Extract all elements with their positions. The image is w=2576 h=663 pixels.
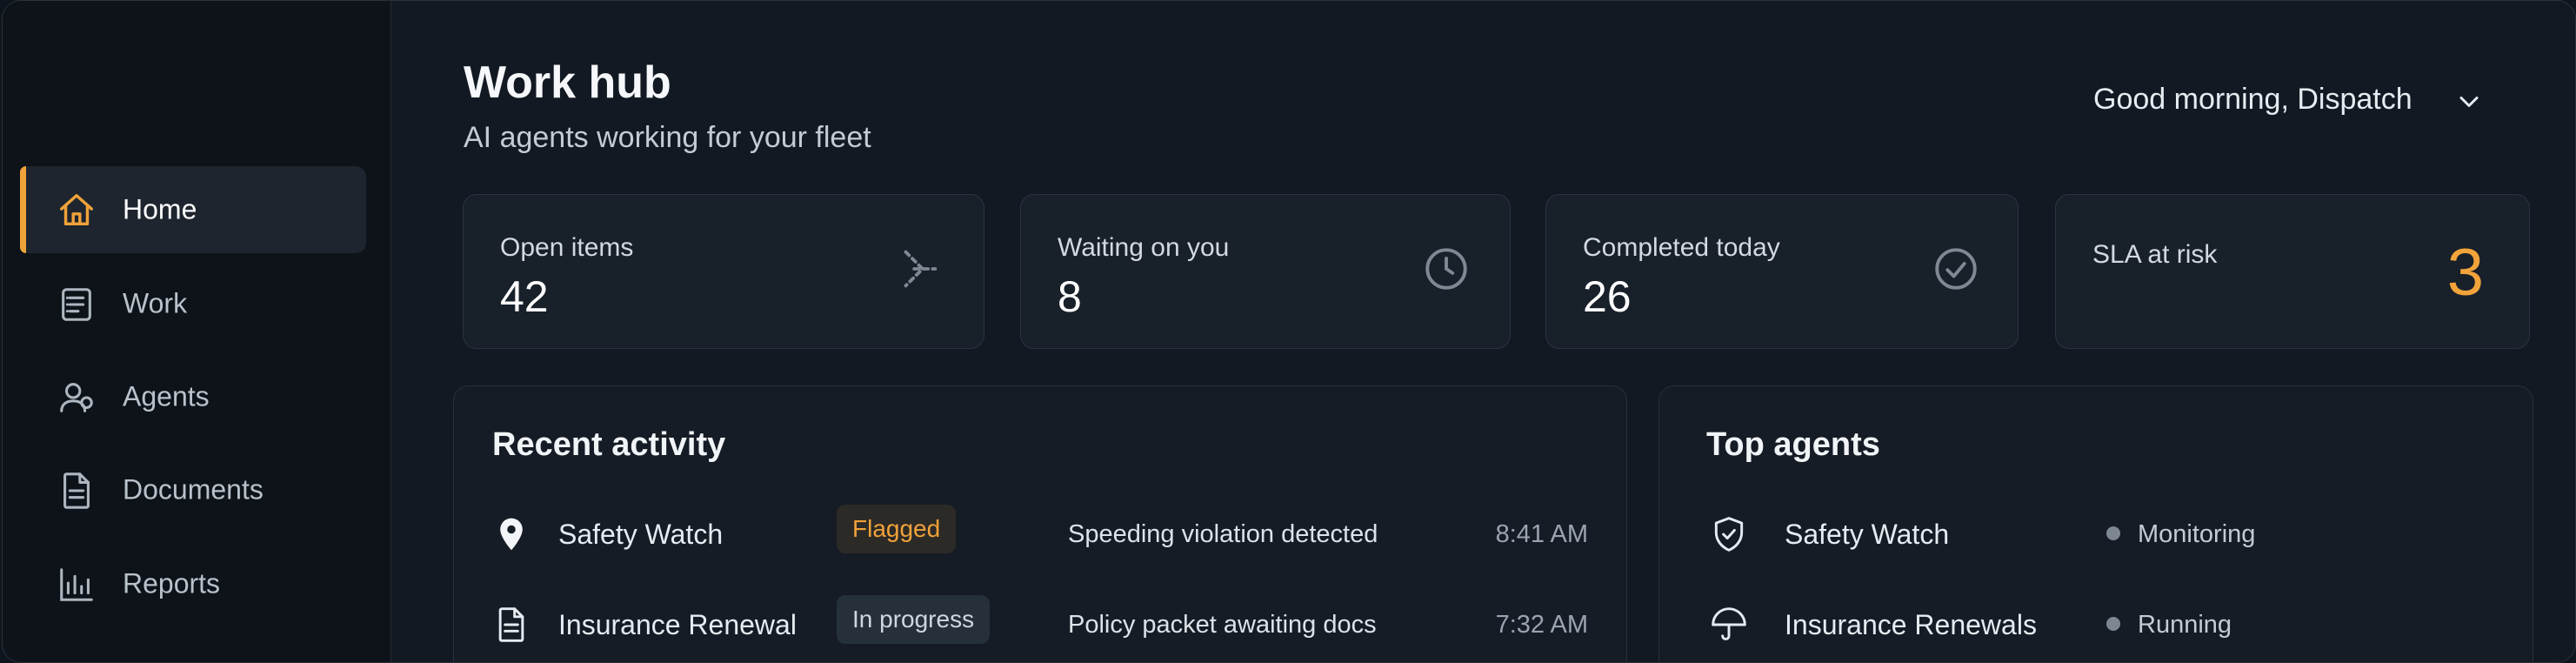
stat-value: 26 (1583, 272, 1632, 321)
sidebar-item-documents[interactable]: Documents (20, 446, 366, 533)
activity-description: Speeding violation detected (1068, 520, 1378, 548)
clock-icon (1425, 248, 1467, 290)
bar-chart-icon (60, 568, 93, 601)
stat-label: Completed today (1583, 233, 1780, 262)
status-badge: Flagged (837, 505, 957, 553)
sidebar-item-home[interactable]: Home (20, 166, 366, 253)
dashed-arrow-icon (904, 250, 938, 288)
work-list-icon (62, 288, 91, 321)
activity-agent-name: Insurance Renewal (558, 609, 797, 640)
check-circle-icon (1935, 248, 1977, 290)
shield-check-icon (1714, 517, 1744, 552)
activity-row[interactable]: Safety Watch Flagged Speeding violation … (454, 499, 1626, 569)
sidebar-item-work[interactable]: Work (20, 260, 366, 347)
stat-value: 42 (500, 272, 549, 321)
stat-label: SLA at risk (2092, 240, 2218, 269)
agent-name: Insurance Renewals (1785, 609, 2037, 640)
chevron-down-icon[interactable] (2453, 86, 2485, 117)
agent-row[interactable]: Insurance Renewals Running (1659, 590, 2533, 660)
recent-activity-panel: Recent activity Safety Watch Flagged Spe… (453, 385, 1627, 662)
status-dot (2106, 526, 2120, 540)
user-greeting[interactable]: Good morning, Dispatch (2093, 83, 2412, 117)
stat-card-sla-risk[interactable]: SLA at risk 3 (2055, 194, 2530, 349)
stat-card-waiting[interactable]: Waiting on you 8 (1020, 194, 1511, 349)
stat-label: Open items (500, 233, 634, 262)
panel-title: Recent activity (492, 426, 726, 463)
agents-icon (60, 383, 93, 412)
agent-status: Monitoring (2138, 520, 2256, 548)
home-icon (60, 194, 93, 226)
document-icon (498, 607, 524, 642)
sidebar-item-agents[interactable]: Agents (20, 353, 366, 440)
top-agents-panel: Top agents Safety Watch Monitoring Insur… (1658, 385, 2533, 662)
page-title: Work hub (464, 57, 671, 108)
agent-status: Running (2138, 611, 2232, 639)
sidebar-item-label: Work (123, 287, 188, 319)
umbrella-icon (1712, 607, 1746, 640)
sidebar-item-label: Home (123, 193, 197, 225)
panel-title: Top agents (1706, 426, 1880, 463)
agent-name: Safety Watch (1785, 519, 1950, 550)
stat-label: Waiting on you (1058, 233, 1230, 262)
activity-time: 8:41 AM (1495, 520, 1588, 548)
agent-row[interactable]: Safety Watch Monitoring (1659, 499, 2533, 569)
activity-agent-name: Safety Watch (558, 519, 724, 550)
stat-card-completed[interactable]: Completed today 26 (1545, 194, 2019, 349)
sidebar-item-label: Agents (123, 380, 210, 412)
location-pin-icon (500, 518, 523, 551)
page-subtitle: AI agents working for your fleet (464, 121, 871, 154)
activity-time: 7:32 AM (1495, 611, 1588, 639)
sidebar-item-reports[interactable]: Reports (20, 540, 366, 627)
activity-description: Policy packet awaiting docs (1068, 611, 1377, 639)
stat-value: 8 (1058, 272, 1082, 321)
status-dot (2106, 617, 2120, 631)
document-icon (63, 472, 90, 509)
sidebar: Home Work Agents Documents Reports (3, 1, 391, 662)
stat-card-open-items[interactable]: Open items 42 (463, 194, 984, 349)
stat-value: 3 (2446, 236, 2484, 310)
sidebar-item-label: Documents (123, 473, 264, 506)
sidebar-item-label: Reports (123, 567, 221, 599)
activity-row[interactable]: Insurance Renewal In progress Policy pac… (454, 590, 1626, 660)
app-window: Home Work Agents Documents Reports Work … (2, 0, 2576, 663)
status-badge: In progress (837, 595, 991, 644)
